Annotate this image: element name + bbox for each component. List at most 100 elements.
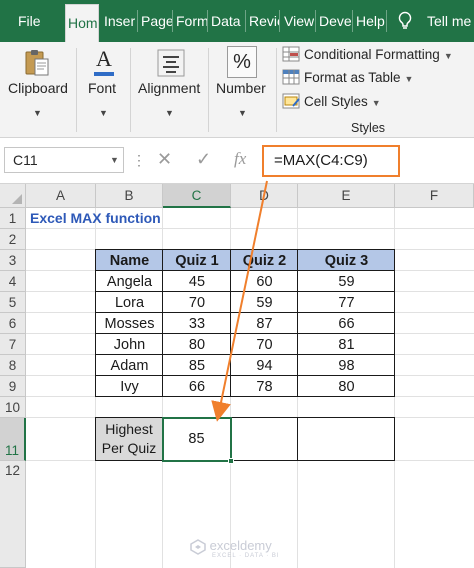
- row-header-10[interactable]: 10: [0, 397, 26, 418]
- table-cell[interactable]: 66: [163, 376, 231, 397]
- clipboard-group[interactable]: Clipboard ▼: [0, 42, 74, 138]
- tab-separator: [279, 10, 280, 32]
- select-all-button[interactable]: [0, 184, 26, 208]
- number-format-icon: %: [227, 46, 257, 78]
- tab-file[interactable]: File: [16, 0, 46, 42]
- column-header-a[interactable]: A: [26, 184, 96, 208]
- table-cell[interactable]: 70: [163, 292, 231, 313]
- table-cell[interactable]: 60: [231, 271, 298, 292]
- table-header-name[interactable]: Name: [96, 250, 163, 271]
- tab-view[interactable]: View: [282, 0, 314, 42]
- tab-page-layout[interactable]: Page: [139, 0, 172, 42]
- row-header-3[interactable]: 3: [0, 250, 26, 271]
- table-cell[interactable]: 80: [163, 334, 231, 355]
- alignment-label: Alignment: [138, 80, 201, 96]
- tab-separator: [172, 10, 173, 32]
- cell-styles-button[interactable]: Cell Styles ▼: [282, 91, 381, 113]
- fill-handle[interactable]: [228, 458, 234, 464]
- number-label: Number: [216, 80, 266, 96]
- table-header-quiz3[interactable]: Quiz 3: [298, 250, 395, 271]
- row-header-8[interactable]: 8: [0, 355, 26, 376]
- table-cell[interactable]: John: [96, 334, 163, 355]
- sheet-title[interactable]: Excel MAX function: [30, 208, 161, 229]
- row-header-9[interactable]: 9: [0, 376, 26, 397]
- conditional-formatting-button[interactable]: Conditional Formatting ▼: [282, 44, 453, 66]
- font-icon-glyph: A: [96, 46, 112, 71]
- lightbulb-icon[interactable]: [397, 11, 413, 31]
- chevron-down-icon[interactable]: ▼: [110, 155, 119, 165]
- column-header-e[interactable]: E: [298, 184, 395, 208]
- name-box[interactable]: C11: [4, 147, 124, 173]
- row-header-7[interactable]: 7: [0, 334, 26, 355]
- chevron-down-icon[interactable]: ▼: [33, 108, 42, 118]
- tab-insert[interactable]: Inser: [102, 0, 136, 42]
- font-group[interactable]: A Font ▼: [78, 42, 128, 138]
- column-header-d[interactable]: D: [231, 184, 298, 208]
- table-cell[interactable]: 70: [231, 334, 298, 355]
- tab-review[interactable]: Revie: [247, 0, 279, 42]
- highest-per-quiz-label[interactable]: Highest Per Quiz: [96, 418, 162, 460]
- ribbon-home: Clipboard ▼ A Font ▼ Alignment ▼ % Numbe…: [0, 42, 474, 138]
- row-header-2[interactable]: 2: [0, 229, 26, 250]
- table-cell[interactable]: Adam: [96, 355, 163, 376]
- row-header-4[interactable]: 4: [0, 271, 26, 292]
- chevron-down-icon[interactable]: ▼: [238, 108, 247, 118]
- table-cell[interactable]: 80: [298, 376, 395, 397]
- cancel-icon[interactable]: ✕: [157, 149, 172, 170]
- table-cell[interactable]: 87: [231, 313, 298, 334]
- highest-label-line2: Per Quiz: [101, 440, 157, 456]
- table-cell[interactable]: 94: [231, 355, 298, 376]
- table-header-quiz2[interactable]: Quiz 2: [231, 250, 298, 271]
- styles-group-label: Styles: [351, 121, 386, 135]
- table-cell[interactable]: 66: [298, 313, 395, 334]
- table-cell[interactable]: 33: [163, 313, 231, 334]
- column-header-b[interactable]: B: [96, 184, 163, 208]
- table-cell[interactable]: Ivy: [96, 376, 163, 397]
- formula-bar-grip[interactable]: ⋮: [132, 152, 146, 169]
- font-color-bar: [94, 72, 114, 76]
- table-cell[interactable]: Mosses: [96, 313, 163, 334]
- result-cell-d11[interactable]: [231, 418, 297, 460]
- result-cell-e11[interactable]: [298, 418, 394, 460]
- tab-separator: [137, 10, 138, 32]
- tab-separator: [315, 10, 316, 32]
- tab-formulas[interactable]: Form: [174, 0, 207, 42]
- table-cell[interactable]: 81: [298, 334, 395, 355]
- conditional-formatting-icon: [282, 46, 300, 62]
- table-cell[interactable]: 85: [163, 355, 231, 376]
- column-header-f[interactable]: F: [395, 184, 474, 208]
- row-header-11[interactable]: 11: [0, 418, 26, 461]
- chevron-down-icon[interactable]: ▼: [99, 108, 108, 118]
- tab-developer[interactable]: Deve: [317, 0, 352, 42]
- alignment-group[interactable]: Alignment ▼: [132, 42, 206, 138]
- tab-help[interactable]: Help: [354, 0, 386, 42]
- column-header-c[interactable]: C: [163, 184, 231, 208]
- table-cell[interactable]: 59: [298, 271, 395, 292]
- formula-bar: C11 ▼ ⋮ ✕ ✓ fx =MAX(C4:C9): [0, 138, 474, 184]
- tab-home[interactable]: Hom: [65, 4, 99, 42]
- clipboard-icon: [25, 50, 49, 76]
- table-cell[interactable]: 77: [298, 292, 395, 313]
- table-cell[interactable]: 59: [231, 292, 298, 313]
- tab-data[interactable]: Data: [209, 0, 245, 42]
- format-as-table-button[interactable]: Format as Table ▼: [282, 67, 413, 89]
- tell-me-search[interactable]: Tell me: [425, 0, 474, 42]
- number-group[interactable]: % Number ▼: [210, 42, 274, 138]
- function-icon[interactable]: fx: [234, 149, 246, 169]
- table-cell[interactable]: 45: [163, 271, 231, 292]
- formula-input[interactable]: =MAX(C4:C9): [262, 145, 400, 177]
- table-header-quiz1[interactable]: Quiz 1: [163, 250, 231, 271]
- worksheet-grid: A B C D E F 1 2 3 4 5 6 7 8 9 10 11 12 E…: [0, 184, 474, 568]
- row-header-6[interactable]: 6: [0, 313, 26, 334]
- chevron-down-icon: ▼: [443, 51, 453, 61]
- row-header-12[interactable]: 12: [0, 461, 26, 568]
- select-all-triangle: [12, 194, 22, 204]
- table-cell[interactable]: Lora: [96, 292, 163, 313]
- row-header-5[interactable]: 5: [0, 292, 26, 313]
- table-cell[interactable]: Angela: [96, 271, 163, 292]
- row-header-1[interactable]: 1: [0, 208, 26, 229]
- chevron-down-icon[interactable]: ▼: [165, 108, 174, 118]
- table-cell[interactable]: 78: [231, 376, 298, 397]
- enter-icon[interactable]: ✓: [196, 149, 211, 170]
- table-cell[interactable]: 98: [298, 355, 395, 376]
